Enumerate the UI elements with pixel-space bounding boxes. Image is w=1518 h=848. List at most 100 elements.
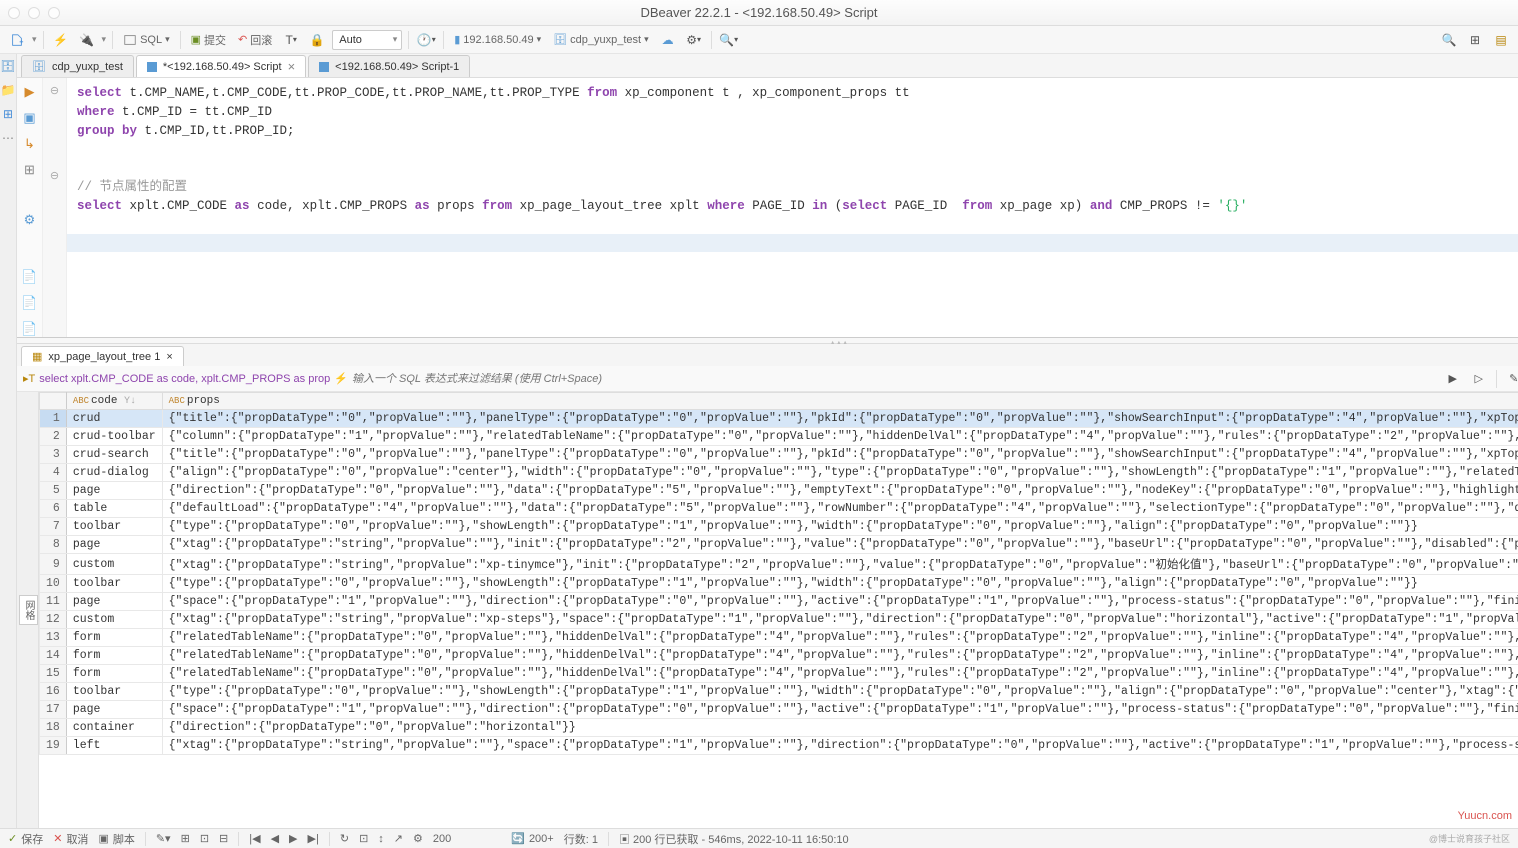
table-row[interactable]: 13form{"relatedTableName":{"propDataType… bbox=[40, 629, 1518, 647]
cell-props[interactable]: {"type":{"propDataType":"0","propValue":… bbox=[162, 683, 1518, 701]
filter-settings-button[interactable]: ✎ bbox=[1503, 368, 1518, 390]
cell-props[interactable]: {"align":{"propDataType":"0","propValue"… bbox=[162, 464, 1518, 482]
file2-icon[interactable]: 📄 bbox=[21, 295, 37, 311]
cell-props[interactable]: {"xtag":{"propDataType":"string","propVa… bbox=[162, 737, 1518, 755]
filter-icon[interactable]: ⚡ bbox=[334, 372, 348, 385]
edit-button[interactable]: ✎▾ bbox=[156, 832, 171, 845]
table-row[interactable]: 2crud-toolbar{"column":{"propDataType":"… bbox=[40, 428, 1518, 446]
schema-button[interactable]: ☁ bbox=[657, 29, 679, 51]
lock-icon[interactable]: 🔒 bbox=[306, 29, 328, 51]
cell-code[interactable]: custom bbox=[66, 611, 162, 629]
maximize-window-button[interactable] bbox=[48, 7, 60, 19]
cell-props[interactable]: {"xtag":{"propDataType":"string","propVa… bbox=[162, 611, 1518, 629]
cell-code[interactable]: form bbox=[66, 647, 162, 665]
result-tab-1[interactable]: ▦xp_page_layout_tree 1 × bbox=[21, 346, 184, 366]
save-button[interactable]: ✓保存 bbox=[8, 831, 43, 847]
table-row[interactable]: 16toolbar{"type":{"propDataType":"0","pr… bbox=[40, 683, 1518, 701]
cell-code[interactable]: toolbar bbox=[66, 683, 162, 701]
cell-props[interactable]: {"defaultLoad":{"propDataType":"4","prop… bbox=[162, 500, 1518, 518]
cell-code[interactable]: page bbox=[66, 701, 162, 719]
transaction-mode-button[interactable]: T▾ bbox=[280, 29, 302, 51]
cell-code[interactable]: custom bbox=[66, 554, 162, 575]
cell-props[interactable]: {"relatedTableName":{"propDataType":"0",… bbox=[162, 629, 1518, 647]
table-row[interactable]: 19left{"xtag":{"propDataType":"string","… bbox=[40, 737, 1518, 755]
database-combo[interactable]: 🗄cdp_yuxp_test▾ bbox=[549, 33, 652, 46]
cell-code[interactable]: page bbox=[66, 536, 162, 554]
add-row-button[interactable]: ⊞ bbox=[181, 832, 190, 845]
close-window-button[interactable] bbox=[8, 7, 20, 19]
cell-props[interactable]: {"space":{"propDataType":"1","propValue"… bbox=[162, 701, 1518, 719]
nav-button-1[interactable]: ⊡ bbox=[359, 832, 368, 845]
database-navigator-icon[interactable]: 🗄 bbox=[0, 58, 16, 74]
table-row[interactable]: 3crud-search{"title":{"propDataType":"0"… bbox=[40, 446, 1518, 464]
run-script-button[interactable]: ▣ bbox=[23, 110, 35, 126]
table-row[interactable]: 14form{"relatedTableName":{"propDataType… bbox=[40, 647, 1518, 665]
first-page-button[interactable]: |◀ bbox=[249, 832, 260, 845]
filter-input[interactable] bbox=[352, 373, 1438, 385]
cell-code[interactable]: crud-search bbox=[66, 446, 162, 464]
cell-code[interactable]: form bbox=[66, 629, 162, 647]
last-page-button[interactable]: ▶| bbox=[308, 832, 319, 845]
cell-code[interactable]: table bbox=[66, 500, 162, 518]
datasource-combo[interactable]: ▮192.168.50.49▾ bbox=[450, 33, 545, 46]
cell-code[interactable]: container bbox=[66, 719, 162, 737]
close-result-tab[interactable]: × bbox=[166, 351, 172, 363]
copy-row-button[interactable]: ⊡ bbox=[200, 832, 209, 845]
nav-button-2[interactable]: ↕ bbox=[378, 833, 384, 845]
cell-props[interactable]: {"type":{"propDataType":"0","propValue":… bbox=[162, 575, 1518, 593]
auto-commit-combo[interactable]: Auto bbox=[332, 30, 402, 50]
table-row[interactable]: 7toolbar{"type":{"propDataType":"0","pro… bbox=[40, 518, 1518, 536]
table-row[interactable]: 5page{"direction":{"propDataType":"0","p… bbox=[40, 482, 1518, 500]
table-row[interactable]: 17page{"space":{"propDataType":"1","prop… bbox=[40, 701, 1518, 719]
table-row[interactable]: 12custom{"xtag":{"propDataType":"string"… bbox=[40, 611, 1518, 629]
tab-script-1[interactable]: <192.168.50.49> Script-1 bbox=[308, 55, 470, 77]
cell-props[interactable]: {"direction":{"propDataType":"0","propVa… bbox=[162, 719, 1518, 737]
dots-icon[interactable]: ⋯ bbox=[0, 130, 16, 146]
results-grid[interactable]: ABCcode Y↓ ABCprops Y↓ 1crud{"title":{"p… bbox=[39, 392, 1518, 828]
cell-code[interactable]: form bbox=[66, 665, 162, 683]
cell-props[interactable]: {"relatedTableName":{"propDataType":"0",… bbox=[162, 665, 1518, 683]
cell-props[interactable]: {"xtag":{"propDataType":"string","propVa… bbox=[162, 554, 1518, 575]
script-button[interactable]: ▣脚本 bbox=[98, 831, 134, 847]
cancel-button[interactable]: ✕取消 bbox=[53, 831, 88, 847]
table-row[interactable]: 8page{"xtag":{"propDataType":"string","p… bbox=[40, 536, 1518, 554]
cell-props[interactable]: {"column":{"propDataType":"1","propValue… bbox=[162, 428, 1518, 446]
commit-button[interactable]: ▣提交 bbox=[187, 32, 230, 48]
search-button[interactable]: 🔍 bbox=[1438, 29, 1460, 51]
table-row[interactable]: 1crud{"title":{"propDataType":"0","propV… bbox=[40, 410, 1518, 428]
explain-button[interactable]: ⊞ bbox=[24, 162, 35, 178]
cell-code[interactable]: crud-toolbar bbox=[66, 428, 162, 446]
cell-props[interactable]: {"space":{"propDataType":"1","propValue"… bbox=[162, 593, 1518, 611]
bookmarks-icon[interactable]: ⊞ bbox=[0, 106, 16, 122]
cell-props[interactable]: {"type":{"propDataType":"0","propValue":… bbox=[162, 518, 1518, 536]
cell-code[interactable]: left bbox=[66, 737, 162, 755]
projects-icon[interactable]: 📁 bbox=[0, 82, 16, 98]
table-row[interactable]: 4crud-dialog{"align":{"propDataType":"0"… bbox=[40, 464, 1518, 482]
table-row[interactable]: 10toolbar{"type":{"propDataType":"0","pr… bbox=[40, 575, 1518, 593]
minimize-window-button[interactable] bbox=[28, 7, 40, 19]
cell-code[interactable]: page bbox=[66, 482, 162, 500]
cell-props[interactable]: {"title":{"propDataType":"0","propValue"… bbox=[162, 446, 1518, 464]
run-button[interactable]: ▶ bbox=[25, 84, 35, 100]
clear-filter-button[interactable]: ▷ bbox=[1468, 368, 1490, 390]
cell-props[interactable]: {"title":{"propDataType":"0","propValue"… bbox=[162, 410, 1518, 428]
sql-editor-button[interactable]: SQL▾ bbox=[119, 33, 174, 47]
table-row[interactable]: 18container{"direction":{"propDataType":… bbox=[40, 719, 1518, 737]
column-props[interactable]: ABCprops Y↓ bbox=[162, 393, 1518, 410]
code-content[interactable]: select t.CMP_NAME,t.CMP_CODE,tt.PROP_COD… bbox=[67, 78, 1518, 337]
close-tab-button[interactable]: × bbox=[288, 59, 296, 74]
export-data-button[interactable]: ↗ bbox=[394, 832, 403, 845]
cell-code[interactable]: toolbar bbox=[66, 518, 162, 536]
delete-row-button[interactable]: ⊟ bbox=[219, 832, 228, 845]
cell-code[interactable]: crud bbox=[66, 410, 162, 428]
table-row[interactable]: 11page{"space":{"propDataType":"1","prop… bbox=[40, 593, 1518, 611]
connect-button[interactable]: 🔌 bbox=[76, 29, 98, 51]
cell-code[interactable]: page bbox=[66, 593, 162, 611]
search-dropdown[interactable]: 🔍▾ bbox=[718, 29, 740, 51]
settings-button[interactable]: ⚙▾ bbox=[683, 29, 705, 51]
gear-icon[interactable]: ⚙ bbox=[24, 212, 36, 228]
apply-filter-button[interactable]: ▶ bbox=[1442, 368, 1464, 390]
next-page-button[interactable]: ▶ bbox=[289, 832, 297, 845]
refresh-button[interactable]: ↻ bbox=[340, 832, 349, 845]
settings-data-button[interactable]: ⚙ bbox=[413, 832, 423, 845]
